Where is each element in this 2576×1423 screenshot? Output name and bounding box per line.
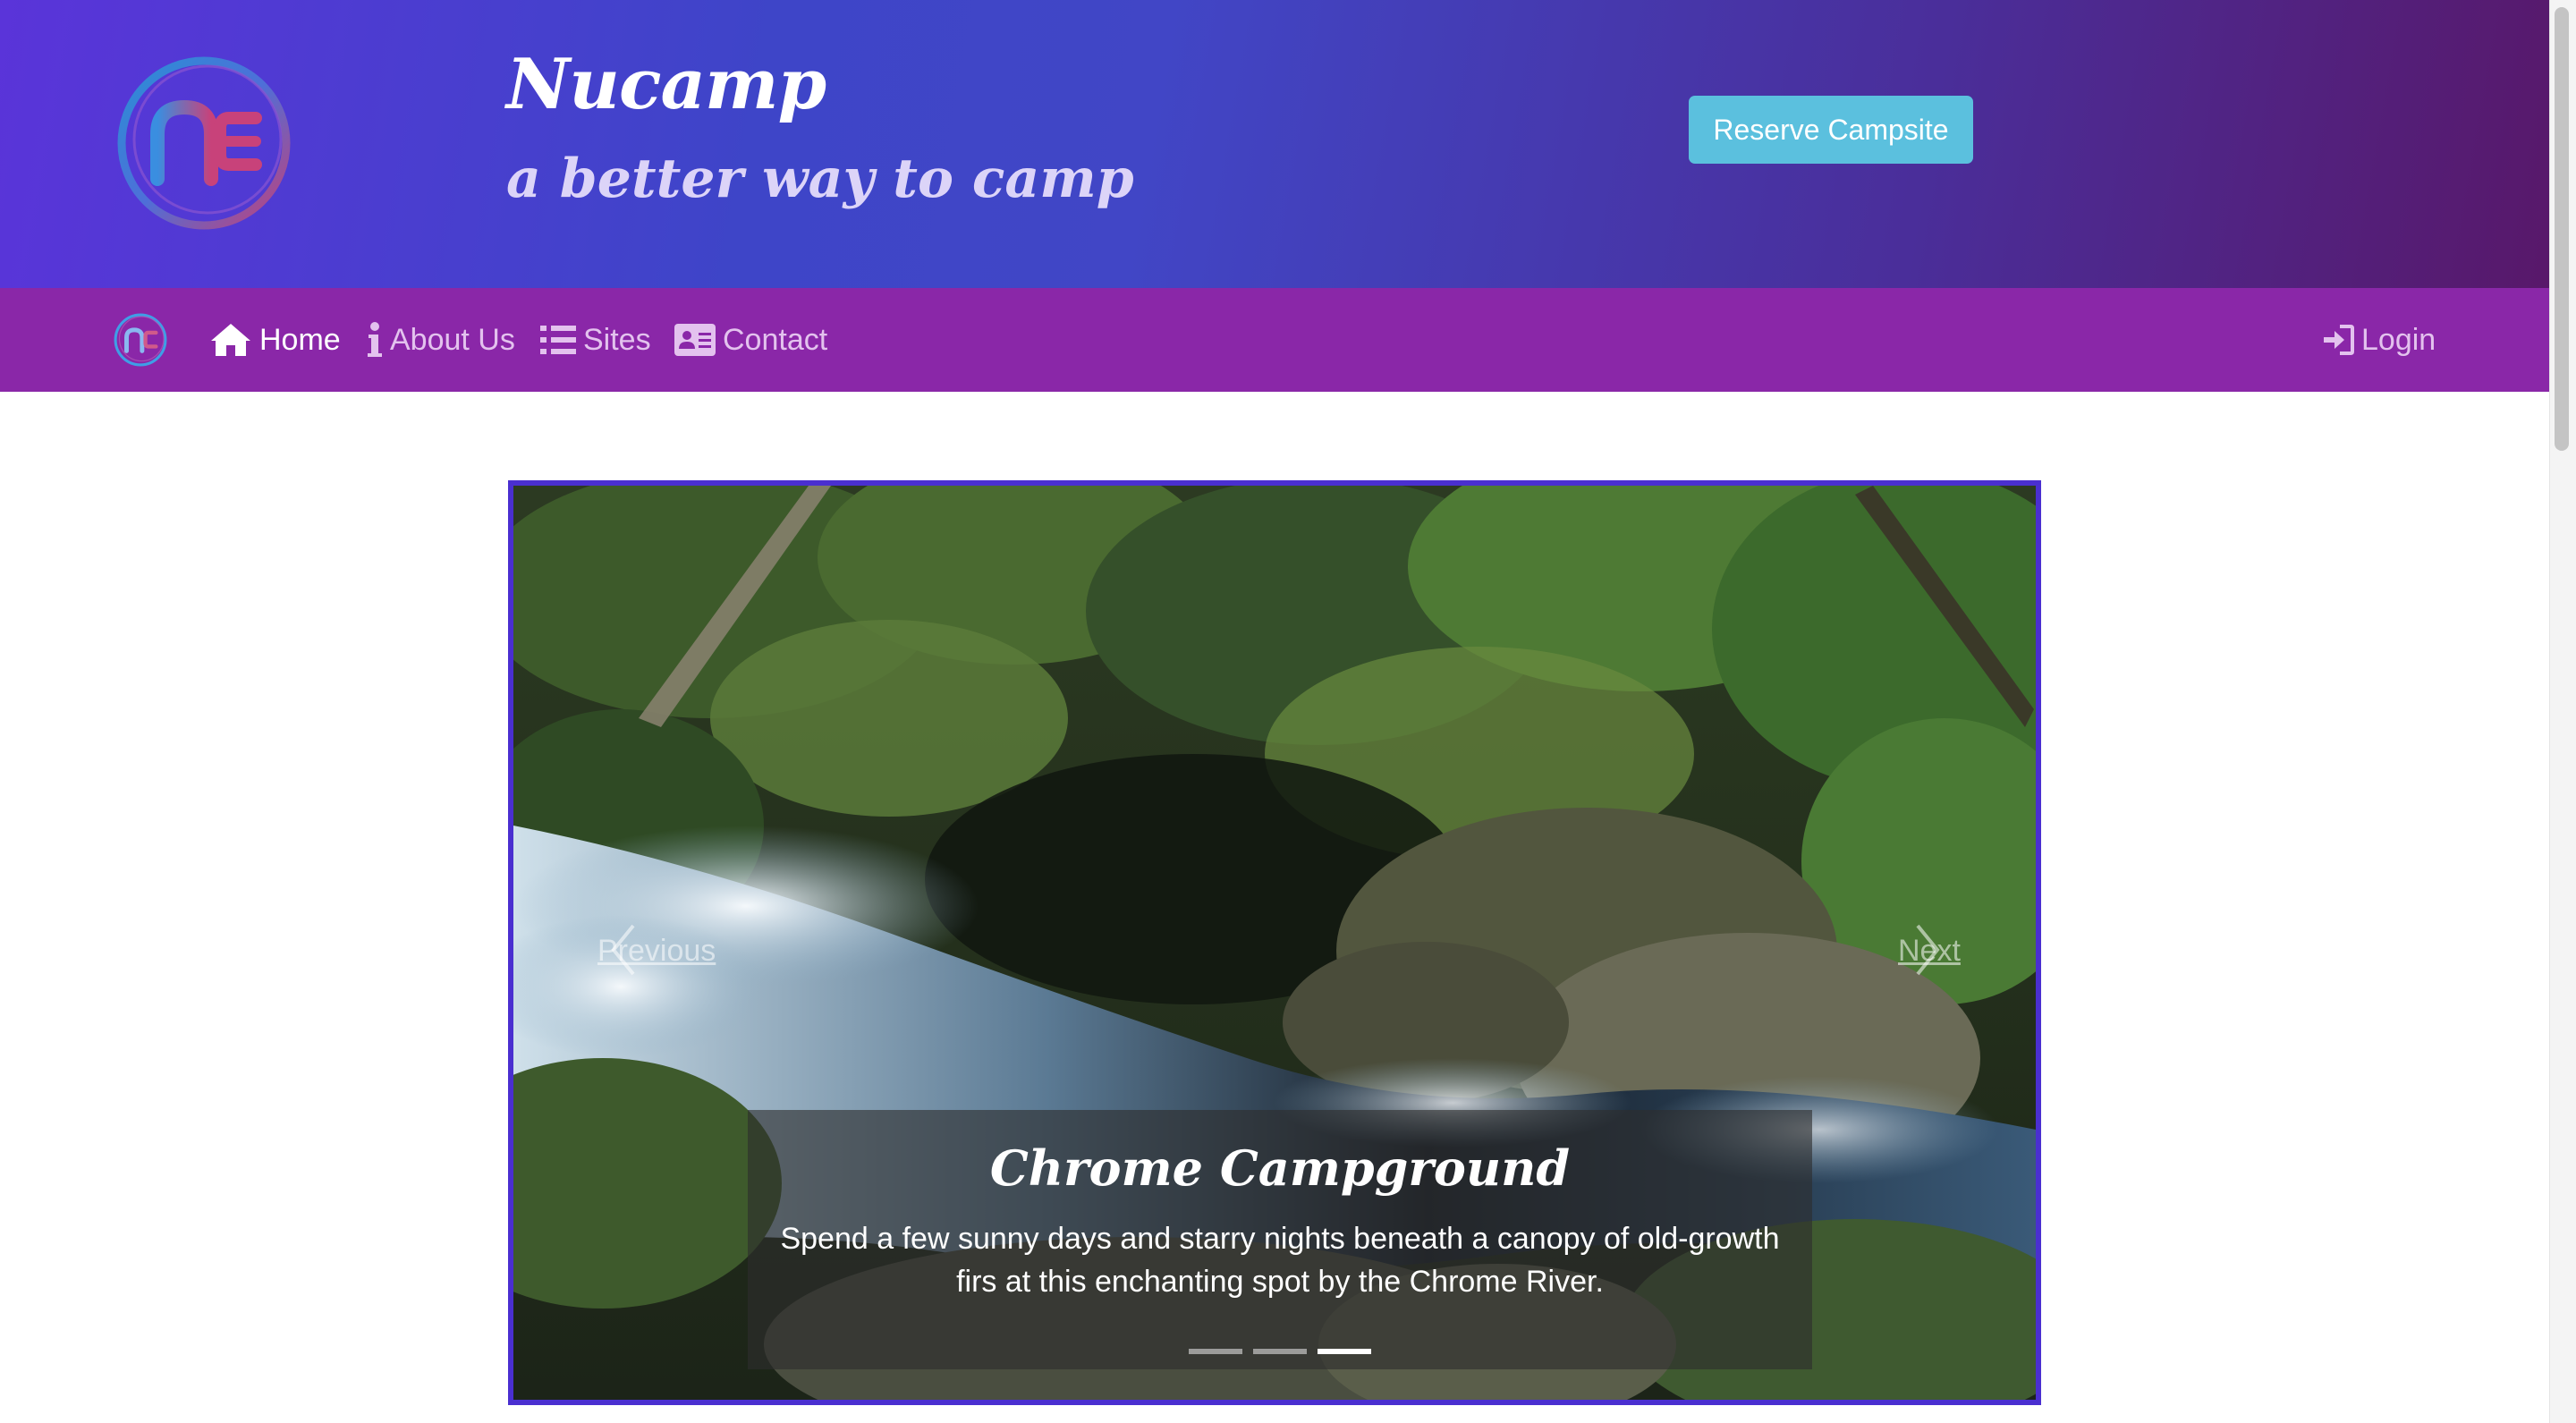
header-jumbotron: Nucamp a better way to camp Reserve Camp… xyxy=(0,0,2549,288)
carousel-indicator[interactable] xyxy=(1189,1349,1242,1354)
image-carousel: Previous Next Chrome Campground Spend a … xyxy=(508,480,2041,1405)
main-navbar: Home About Us Sites Contact Login xyxy=(0,288,2549,392)
carousel-indicator[interactable] xyxy=(1253,1349,1307,1354)
address-card-icon xyxy=(674,324,716,356)
nav-item-label: About Us xyxy=(390,322,515,357)
nav-item-home[interactable]: Home xyxy=(209,288,341,392)
nav-item-contact[interactable]: Contact xyxy=(674,288,827,392)
nav-item-label: Sites xyxy=(583,322,651,357)
list-icon xyxy=(540,324,576,356)
info-icon xyxy=(367,321,383,359)
site-tagline: a better way to camp xyxy=(506,148,1134,210)
sign-in-icon xyxy=(2322,325,2354,355)
login-link[interactable]: Login xyxy=(2322,288,2436,392)
chevron-left-icon xyxy=(611,924,635,976)
page-scrollbar-thumb[interactable] xyxy=(2555,7,2569,451)
chevron-right-icon xyxy=(1916,924,1940,976)
nav-item-label: Home xyxy=(259,322,341,357)
caption-title: Chrome Campground xyxy=(989,1139,1571,1197)
carousel-indicators xyxy=(748,1349,1812,1354)
home-icon xyxy=(209,322,252,358)
nav-item-about[interactable]: About Us xyxy=(367,288,515,392)
page: Nucamp a better way to camp Reserve Camp… xyxy=(0,0,2576,1423)
nav-logo-icon[interactable] xyxy=(113,312,168,368)
nav-item-label: Contact xyxy=(723,322,828,357)
carousel-caption: Chrome Campground Spend a few sunny days… xyxy=(748,1110,1812,1369)
carousel-indicator-active[interactable] xyxy=(1318,1349,1371,1354)
caption-text: Spend a few sunny days and starry nights… xyxy=(780,1222,1780,1299)
carousel-next-control[interactable]: Next xyxy=(1898,915,1961,987)
nav-item-sites[interactable]: Sites xyxy=(540,288,651,392)
carousel-prev-control[interactable]: Previous xyxy=(597,915,716,987)
nucamp-logo xyxy=(117,56,291,230)
login-label: Login xyxy=(2361,322,2436,357)
site-title: Nucamp xyxy=(506,44,826,125)
reserve-campsite-button[interactable]: Reserve Campsite xyxy=(1689,96,1973,164)
